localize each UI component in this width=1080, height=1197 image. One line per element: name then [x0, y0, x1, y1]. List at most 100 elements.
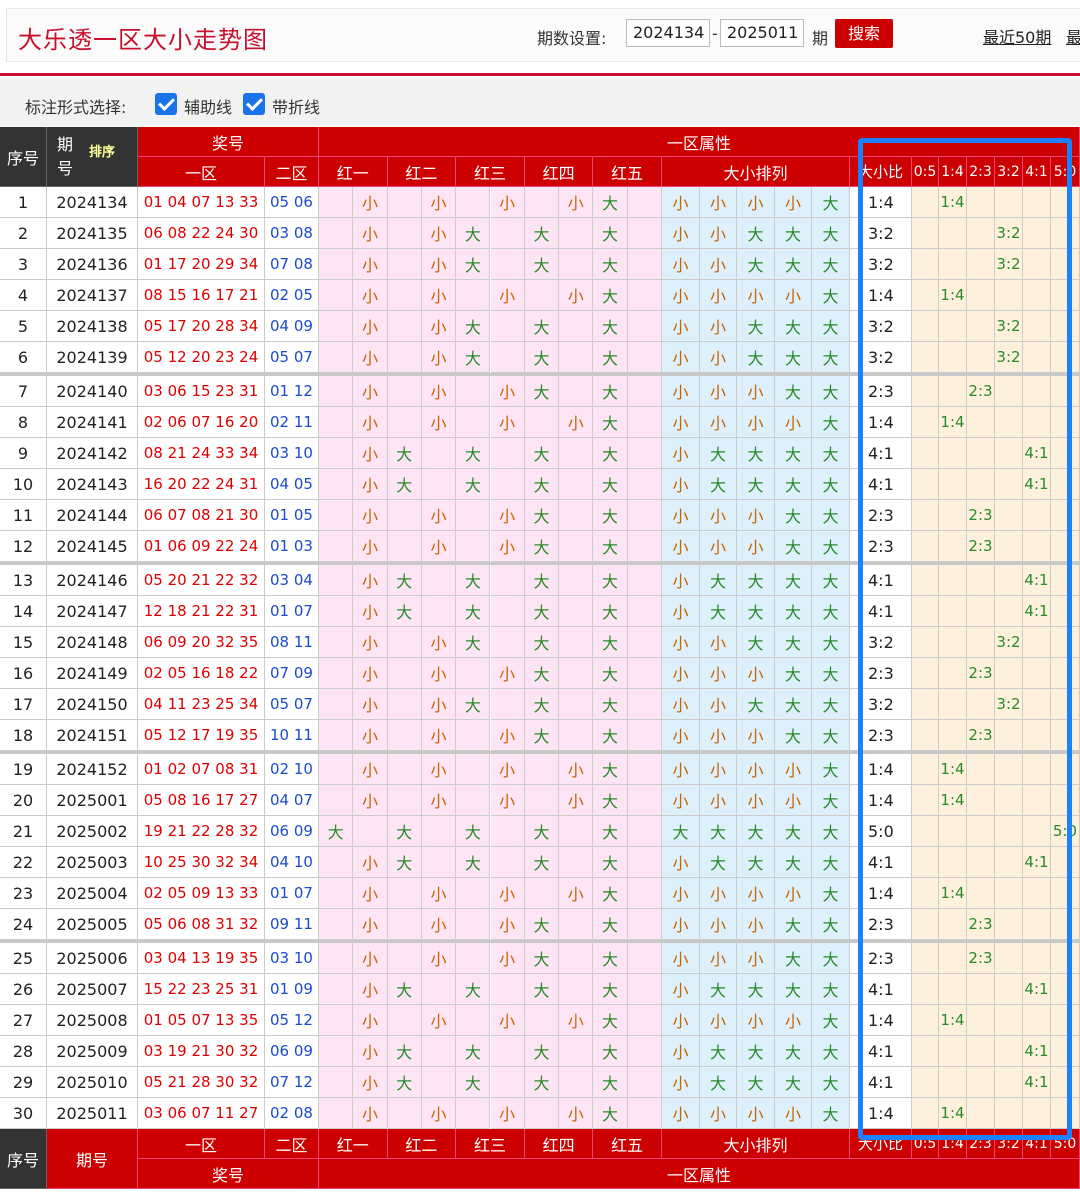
order-2: 小 — [700, 187, 737, 218]
red-1-small: 小 — [353, 280, 388, 311]
red-3-small: 小 — [490, 785, 525, 816]
row-period: 2025007 — [47, 974, 138, 1005]
red-4-big: 大 — [524, 1036, 560, 1067]
row-period: 2024140 — [47, 376, 138, 407]
red-5-big: 大 — [593, 943, 628, 974]
ratio-0-5 — [912, 218, 939, 249]
ratio-0-5 — [912, 187, 939, 218]
red-2-big: 大 — [387, 596, 422, 627]
red-3-small — [490, 1036, 525, 1067]
red-1-small: 小 — [353, 1036, 388, 1067]
row-period: 2024148 — [47, 627, 138, 658]
red-4-small — [559, 627, 594, 658]
red-5-big: 大 — [593, 878, 628, 909]
red-3-big — [456, 1098, 491, 1129]
order-1: 小 — [662, 1005, 700, 1036]
end-period-input[interactable]: 2025011 — [720, 19, 804, 47]
red-4-small — [559, 218, 594, 249]
order-3: 小 — [737, 376, 775, 407]
recent-50-link[interactable]: 最近50期 — [983, 24, 1051, 48]
order-3: 大 — [737, 1036, 775, 1067]
red-2-big — [387, 658, 422, 689]
red-3-small: 小 — [490, 531, 525, 562]
ratio-5-0 — [1051, 754, 1080, 785]
ratio-1-4: 1:4 — [939, 754, 967, 785]
red-5-big: 大 — [593, 218, 628, 249]
red-3-small — [490, 469, 525, 500]
red-4-big: 大 — [524, 658, 560, 689]
red-4-big — [524, 878, 560, 909]
row-seq: 28 — [0, 1036, 47, 1067]
order-4: 大 — [775, 974, 812, 1005]
red-2-small: 小 — [421, 943, 457, 974]
row-zone2: 05 07 — [265, 689, 319, 720]
ratio-4-1 — [1023, 311, 1051, 342]
row-zone1: 05 12 20 23 24 — [138, 342, 265, 373]
order-5: 大 — [812, 1067, 850, 1098]
red-3-big: 大 — [456, 627, 491, 658]
ratio-3-2 — [995, 531, 1023, 562]
red-2-big — [387, 218, 422, 249]
ratio-1-4 — [939, 376, 967, 407]
row-zone2: 05 06 — [265, 187, 319, 218]
recent-more-link[interactable]: 最 — [1066, 24, 1080, 48]
red-5-small — [627, 1036, 662, 1067]
red-2-big — [387, 720, 422, 751]
red-2-big — [387, 1005, 422, 1036]
red-1-small: 小 — [353, 785, 388, 816]
row-zone2: 03 10 — [265, 438, 319, 469]
fold-line-checkbox[interactable] — [243, 93, 265, 115]
row-period: 2024134 — [47, 187, 138, 218]
start-period-input[interactable]: 2024134 — [626, 19, 710, 47]
row-ratio: 2:3 — [850, 943, 912, 974]
red-5-big: 大 — [593, 785, 628, 816]
row-period: 2024145 — [47, 531, 138, 562]
row-period: 2024144 — [47, 500, 138, 531]
ratio-3-2 — [995, 187, 1023, 218]
red-1-big — [319, 565, 354, 596]
ratio-2-3: 2:3 — [967, 376, 995, 407]
red-1-big — [319, 596, 354, 627]
row-ratio: 4:1 — [850, 974, 912, 1005]
red-3-big: 大 — [456, 218, 491, 249]
red-3-big — [456, 407, 491, 438]
header-ratio-0-5: 0:5 — [912, 157, 939, 187]
red-1-big — [319, 249, 354, 280]
ratio-5-0 — [1051, 878, 1080, 909]
order-2: 小 — [700, 280, 737, 311]
order-5: 大 — [812, 658, 850, 689]
header-red-3: 红三 — [456, 157, 525, 187]
red-3-big: 大 — [456, 816, 491, 847]
ratio-2-3 — [967, 1098, 995, 1129]
order-1: 小 — [662, 1067, 700, 1098]
red-4-small — [559, 438, 594, 469]
red-3-small — [490, 816, 525, 847]
row-zone1: 06 07 08 21 30 — [138, 500, 265, 531]
header-divider — [0, 73, 1080, 76]
red-1-small: 小 — [353, 658, 388, 689]
ratio-2-3 — [967, 596, 995, 627]
ratio-5-0 — [1051, 280, 1080, 311]
row-ratio: 3:2 — [850, 689, 912, 720]
footer-red-5: 红五 — [593, 1129, 662, 1159]
assist-line-checkbox[interactable] — [155, 93, 177, 115]
search-button[interactable]: 搜索 — [835, 19, 893, 48]
red-5-big: 大 — [593, 280, 628, 311]
red-5-small — [627, 311, 662, 342]
order-3: 小 — [737, 658, 775, 689]
red-5-small — [627, 816, 662, 847]
row-seq: 16 — [0, 658, 47, 689]
red-2-small: 小 — [421, 785, 457, 816]
row-zone2: 01 12 — [265, 376, 319, 407]
ratio-2-3 — [967, 847, 995, 878]
red-4-small: 小 — [559, 280, 594, 311]
red-1-big — [319, 342, 354, 373]
sort-button[interactable]: 排序 — [89, 141, 115, 165]
red-3-big — [456, 785, 491, 816]
row-period: 2025011 — [47, 1098, 138, 1129]
row-period: 2024152 — [47, 754, 138, 785]
row-zone1: 08 21 24 33 34 — [138, 438, 265, 469]
order-4: 小 — [775, 1098, 812, 1129]
footer-period: 期号 — [47, 1129, 138, 1189]
fold-line-label: 带折线 — [272, 98, 321, 117]
